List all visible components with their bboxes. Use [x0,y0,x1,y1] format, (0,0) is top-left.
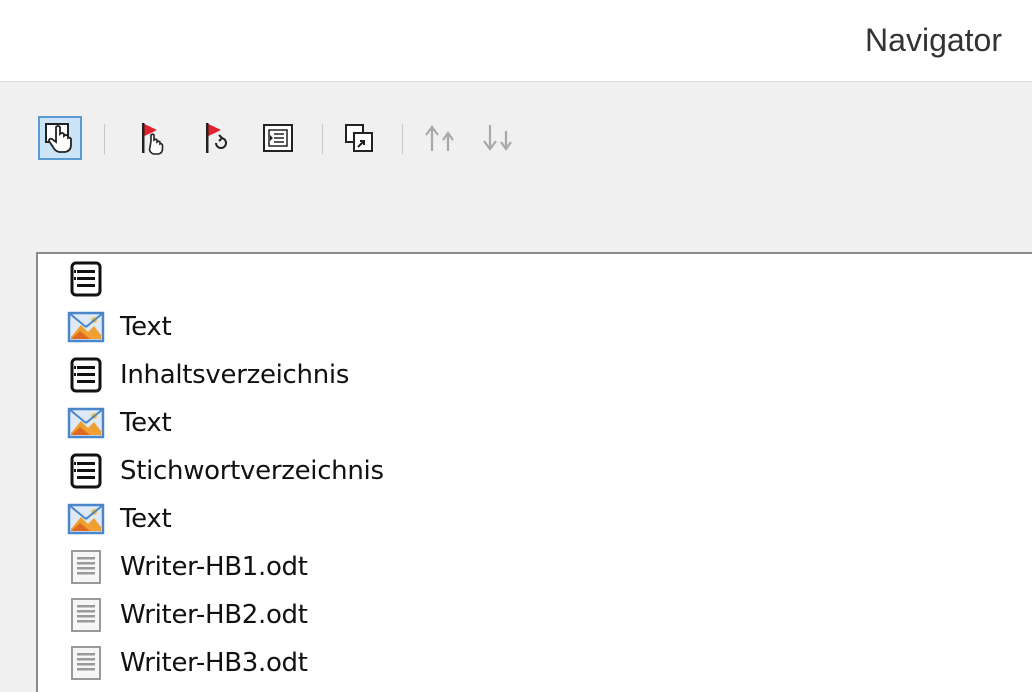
tree-item[interactable]: Writer-HB1.odt [66,544,1026,590]
tree-item-label: Stichwortverzeichnis [120,456,384,486]
list-box-button[interactable] [256,116,300,160]
document-file-icon [71,646,101,680]
index-icon [70,453,102,489]
title-bar: Navigator [0,0,1032,82]
tree-item[interactable]: Text [66,304,1026,350]
toolbar-separator [104,124,105,154]
text-section-icon [67,503,105,535]
tree-item-label: Inhaltsverzeichnis [120,360,350,390]
list-box-icon [263,124,293,152]
set-reminder-button[interactable] [132,116,176,160]
navigator-toolbar [36,110,1026,170]
tree-item[interactable]: Stichwortverzeichnis [66,448,1026,494]
demote-down-arrows-icon [483,125,512,151]
tree-item[interactable]: Writer-HB2.odt [66,592,1026,638]
text-section-icon [67,407,105,439]
panel-title: Navigator [865,22,1002,58]
content-view-button[interactable] [38,116,82,160]
tree-item[interactable]: Writer-HB3.odt [66,640,1026,686]
tree-item-label: Writer-HB2.odt [120,600,308,630]
toolbar-separator [322,124,323,154]
tree-item-label: Text [120,408,172,438]
tree-item[interactable]: Inhaltsverzeichnis [66,352,1026,398]
promote-button[interactable] [420,116,464,160]
promote-up-arrows-icon [425,125,454,151]
document-file-icon [71,550,101,584]
tree-item-label: Writer-HB1.odt [120,552,308,582]
document-file-icon [71,598,101,632]
toolbar-separator [402,124,403,154]
drag-mode-button[interactable] [338,116,382,160]
set-reminder-flag-icon [142,123,164,155]
demote-button[interactable] [478,116,522,160]
navigate-reminder-button[interactable] [196,116,240,160]
tree-item[interactable]: Text [66,496,1026,542]
drag-mode-icon [345,124,373,152]
tree-item-label: Writer-HB3.odt [120,648,308,678]
tree-item-label: Text [120,312,172,342]
index-icon [70,261,102,297]
content-view-hand-icon [45,123,72,153]
navigate-reminder-flag-icon [206,123,227,153]
index-icon [70,357,102,393]
navigator-tree[interactable]: Text Inhaltsverzeichnis Text Stichwortve… [36,252,1032,692]
tree-item[interactable] [66,256,1026,302]
text-section-icon [67,311,105,343]
tree-item[interactable]: Text [66,400,1026,446]
tree-item-label: Text [120,504,172,534]
